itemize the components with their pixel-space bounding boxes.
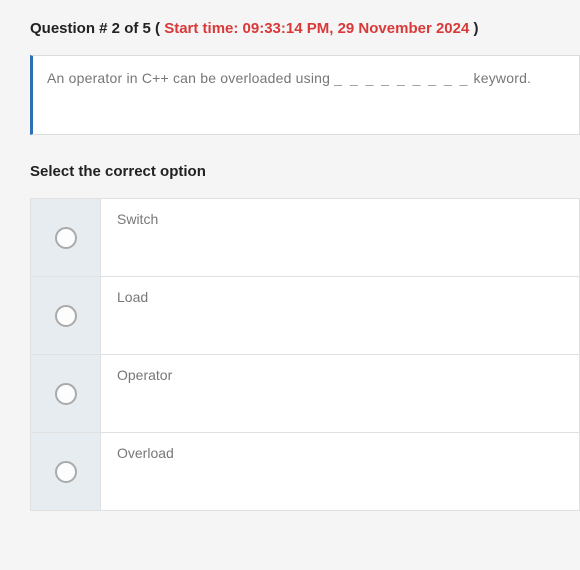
option-label: Load (101, 277, 579, 354)
question-text-after: keyword. (469, 70, 531, 86)
question-box: An operator in C++ can be overloaded usi… (30, 55, 580, 135)
radio-cell[interactable] (31, 199, 101, 276)
question-number: Question # 2 of 5 ( (30, 20, 164, 37)
radio-icon (55, 227, 77, 249)
option-label: Operator (101, 355, 579, 432)
question-header: Question # 2 of 5 ( Start time: 09:33:14… (30, 20, 580, 37)
option-row[interactable]: Load (30, 277, 580, 355)
radio-icon (55, 461, 77, 483)
radio-icon (55, 305, 77, 327)
header-suffix: ) (469, 20, 478, 37)
radio-cell[interactable] (31, 277, 101, 354)
start-time: Start time: 09:33:14 PM, 29 November 202… (164, 20, 469, 37)
question-text-before: An operator in C++ can be overloaded usi… (47, 70, 334, 86)
radio-cell[interactable] (31, 433, 101, 510)
option-label: Switch (101, 199, 579, 276)
option-row[interactable]: Overload (30, 433, 580, 511)
option-label: Overload (101, 433, 579, 510)
radio-icon (55, 383, 77, 405)
options-list: Switch Load Operator Overload (30, 198, 580, 511)
option-row[interactable]: Operator (30, 355, 580, 433)
question-blank: _ _ _ _ _ _ _ _ _ (334, 70, 469, 86)
radio-cell[interactable] (31, 355, 101, 432)
option-row[interactable]: Switch (30, 199, 580, 277)
select-correct-option-label: Select the correct option (30, 163, 580, 180)
